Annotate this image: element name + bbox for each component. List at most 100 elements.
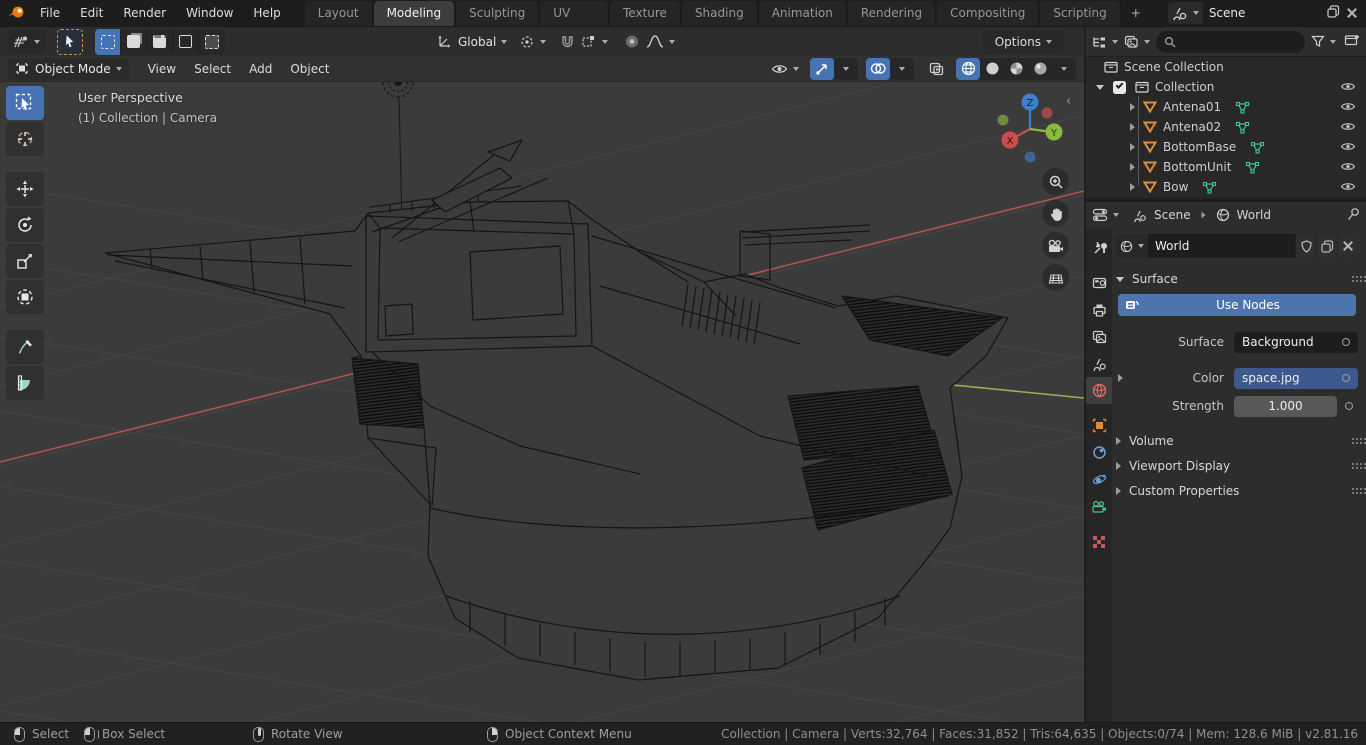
pivot-point-dropdown[interactable] xyxy=(519,34,547,49)
tool-scale[interactable] xyxy=(6,244,44,278)
tool-annotate[interactable] xyxy=(6,330,44,364)
pan-button[interactable] xyxy=(1042,200,1069,227)
options-dropdown[interactable]: Options xyxy=(982,29,1064,54)
viewport-menu-add[interactable]: Add xyxy=(240,62,281,76)
breadcrumb-scene[interactable]: Scene xyxy=(1133,208,1191,222)
tab-scripting[interactable]: Scripting xyxy=(1040,1,1121,26)
collection-checkbox[interactable] xyxy=(1113,80,1126,94)
copy-world-button[interactable] xyxy=(1316,234,1337,258)
empty-sphere-object[interactable] xyxy=(382,66,414,225)
3d-viewport[interactable]: Object Mode View Select Add Object User … xyxy=(0,56,1084,722)
gizmos-dropdown[interactable] xyxy=(834,57,858,80)
eye-icon[interactable] xyxy=(1340,81,1356,95)
eye-icon[interactable] xyxy=(1340,101,1356,115)
panel-drag-grip[interactable] xyxy=(1352,438,1354,440)
shading-wireframe-button[interactable] xyxy=(956,57,980,80)
ptab-object[interactable] xyxy=(1086,412,1112,439)
outliner-row-bottomunit[interactable]: BottomUnit xyxy=(1086,157,1366,177)
ptab-texture[interactable] xyxy=(1086,528,1112,555)
outliner-row-collection[interactable]: Collection xyxy=(1086,77,1366,97)
menu-file[interactable]: File xyxy=(30,0,70,26)
color-expand-icon[interactable] xyxy=(1118,374,1123,382)
outliner-row-scene-collection[interactable]: Scene Collection xyxy=(1086,57,1366,77)
tool-measure[interactable] xyxy=(6,366,44,400)
ptab-view-layer[interactable] xyxy=(1086,323,1112,350)
eye-icon[interactable] xyxy=(1340,141,1356,155)
object-expand-icon[interactable] xyxy=(1130,163,1135,171)
ptab-tool[interactable] xyxy=(1086,234,1112,261)
unlink-world-button[interactable] xyxy=(1337,234,1358,258)
object-expand-icon[interactable] xyxy=(1130,123,1135,131)
gizmo-z-neg-axis[interactable] xyxy=(1024,151,1036,163)
scene-copy-icon[interactable] xyxy=(1327,5,1340,21)
properties-editor-type-button[interactable] xyxy=(1092,208,1119,222)
outliner-row-bow[interactable]: Bow xyxy=(1086,177,1366,197)
strength-value-slider[interactable]: 1.000 xyxy=(1234,395,1337,417)
tab-uv-editing[interactable]: UV Editing xyxy=(540,1,609,45)
tool-cursor[interactable] xyxy=(6,122,44,156)
ptab-render[interactable] xyxy=(1086,269,1112,296)
ptab-output[interactable] xyxy=(1086,296,1112,323)
camera-view-button[interactable] xyxy=(1042,232,1069,259)
ptab-constraints[interactable] xyxy=(1086,439,1112,466)
select-mode-new-button[interactable] xyxy=(95,28,121,55)
breadcrumb-world[interactable]: World xyxy=(1216,208,1271,222)
world-browse-dropdown[interactable] xyxy=(1116,234,1148,258)
ptab-object-data-camera[interactable] xyxy=(1086,493,1112,520)
editor-type-button[interactable] xyxy=(8,29,45,54)
shading-material-button[interactable] xyxy=(1004,58,1028,80)
shading-dropdown[interactable] xyxy=(1052,58,1076,80)
orthographic-toggle-button[interactable] xyxy=(1042,264,1069,291)
transform-orientation-dropdown[interactable]: Global xyxy=(437,34,508,49)
select-mode-subtract-button[interactable] xyxy=(147,28,173,55)
viewport-display-panel-header[interactable]: Viewport Display xyxy=(1116,455,1358,477)
add-workspace-button[interactable]: + xyxy=(1122,1,1150,26)
menu-window[interactable]: Window xyxy=(176,0,243,26)
panel-drag-grip[interactable] xyxy=(1352,463,1354,465)
tab-rendering[interactable]: Rendering xyxy=(847,1,937,26)
xray-toggle[interactable] xyxy=(924,58,948,80)
navigation-gizmo[interactable]: Z X Y xyxy=(994,93,1066,165)
pin-icon[interactable] xyxy=(1347,207,1360,224)
select-mode-invert-button[interactable] xyxy=(173,28,199,55)
panel-drag-grip[interactable] xyxy=(1352,488,1354,490)
tool-move[interactable] xyxy=(6,172,44,206)
tool-select-box[interactable] xyxy=(6,86,44,120)
shading-solid-button[interactable] xyxy=(980,58,1004,80)
outliner-display-mode-button[interactable] xyxy=(1124,35,1150,49)
gizmo-x-neg-axis[interactable] xyxy=(1041,107,1053,119)
surface-shader-dropdown[interactable]: Background xyxy=(1234,331,1358,353)
ptab-world[interactable] xyxy=(1086,377,1112,404)
ptab-physics[interactable] xyxy=(1086,466,1112,493)
menu-edit[interactable]: Edit xyxy=(70,0,113,26)
outliner-row-bottombase[interactable]: BottomBase xyxy=(1086,137,1366,157)
outliner-filter-button[interactable] xyxy=(1311,35,1336,48)
fake-user-shield-button[interactable] xyxy=(1295,234,1316,258)
scene-icon[interactable] xyxy=(1168,6,1203,20)
outliner-search-input[interactable] xyxy=(1156,30,1305,53)
scene-name-field[interactable]: Scene xyxy=(1202,2,1363,24)
outliner-editor-type-button[interactable] xyxy=(1092,35,1118,49)
proportional-falloff-dropdown[interactable] xyxy=(646,34,676,49)
world-name-field[interactable]: World xyxy=(1148,234,1295,258)
snap-toggle[interactable] xyxy=(560,34,575,49)
tab-shading[interactable]: Shading xyxy=(681,1,758,26)
ptab-scene[interactable] xyxy=(1086,350,1112,377)
shading-rendered-button[interactable] xyxy=(1028,58,1052,80)
mode-dropdown[interactable]: Object Mode xyxy=(8,57,129,80)
tab-animation[interactable]: Animation xyxy=(758,1,847,26)
scene-unlink-icon[interactable] xyxy=(1347,8,1357,18)
tool-rotate[interactable] xyxy=(6,208,44,242)
outliner-row-antena01[interactable]: Antena01 xyxy=(1086,97,1366,117)
zoom-button[interactable] xyxy=(1042,168,1069,195)
object-visibility-dropdown[interactable] xyxy=(768,58,802,80)
outliner-row-antena02[interactable]: Antena02 xyxy=(1086,117,1366,137)
tab-compositing[interactable]: Compositing xyxy=(937,1,1040,26)
tool-transform[interactable] xyxy=(6,280,44,314)
object-expand-icon[interactable] xyxy=(1130,183,1135,191)
gizmo-y-neg-axis[interactable] xyxy=(997,114,1009,126)
gizmos-toggle[interactable] xyxy=(810,57,834,80)
collection-expand-icon[interactable] xyxy=(1096,84,1104,90)
snap-target-dropdown[interactable] xyxy=(581,34,609,49)
eye-icon[interactable] xyxy=(1340,121,1356,135)
